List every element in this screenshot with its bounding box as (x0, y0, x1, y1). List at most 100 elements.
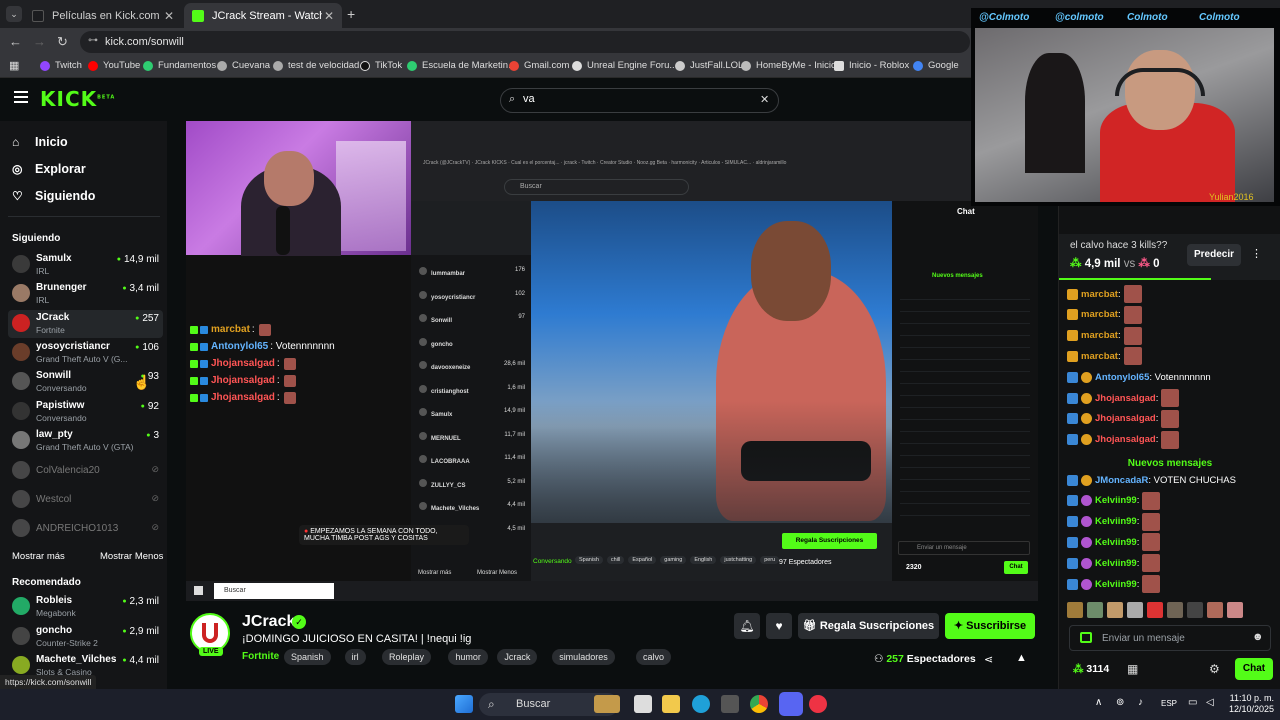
chrome-icon[interactable] (750, 695, 768, 713)
share-icon[interactable]: ⋖ (984, 653, 993, 666)
bookmark-fundamentos[interactable]: Fundamentos (143, 60, 216, 71)
chat-username[interactable]: marcbat (1081, 351, 1118, 362)
stream-tag[interactable]: calvo (636, 649, 672, 665)
stream-tag[interactable]: simuladores (552, 649, 615, 665)
chat-username[interactable]: marcbat (1081, 289, 1118, 300)
sidebar-channel[interactable]: BrunengerIRL 3,4 mil (8, 280, 163, 308)
back-icon[interactable]: ← (9, 34, 22, 49)
bookmark-speedtest[interactable]: test de velocidad (273, 60, 359, 71)
calendar-icon[interactable]: ▦ (1127, 662, 1138, 676)
sidebar-channel[interactable]: law_ptyGrand Theft Auto V (GTA) 3 (8, 427, 163, 455)
forward-icon[interactable]: → (33, 34, 46, 49)
site-info-icon[interactable]: ⊶ (88, 35, 98, 46)
show-more-button[interactable]: Mostrar más (12, 551, 65, 562)
chat-input[interactable]: Enviar un mensaje ☻ (1069, 625, 1271, 651)
sidebar-channel-offline[interactable]: ColValencia20 ⊘ (8, 457, 163, 485)
video-player[interactable]: Buscar JCrack (@JCrackTV) · JCrack KICKS… (186, 121, 1038, 601)
sidebar-recommended-channel[interactable]: Robleis Megabonk 2,3 mil (8, 593, 163, 621)
chat-username[interactable]: Kelviin99 (1095, 558, 1137, 569)
bookmark-youtube[interactable]: YouTube (88, 60, 140, 71)
sidebar-channel-offline[interactable]: ANDREICHO1013 ⊘ (8, 515, 163, 543)
bookmark-gmail[interactable]: Gmail.com (509, 60, 569, 71)
close-tab-icon[interactable]: ✕ (324, 9, 334, 23)
apps-grid-icon[interactable]: ▦ (9, 59, 19, 72)
sidebar-channel[interactable]: JCrackFortnite 257 (8, 309, 163, 338)
emote-icon[interactable] (1167, 602, 1183, 618)
bookmark-homebyme[interactable]: HomeByMe - Inicio (741, 60, 836, 71)
chat-username[interactable]: marcbat (1081, 309, 1118, 320)
new-tab-icon[interactable]: + (347, 6, 355, 22)
app-icon[interactable] (809, 695, 827, 713)
bookmark-roblox[interactable]: Inicio - Roblox (834, 60, 909, 71)
file-explorer-icon[interactable] (662, 695, 680, 713)
clear-search-icon[interactable]: ✕ (760, 93, 769, 106)
windows-start-icon[interactable] (455, 695, 473, 713)
tray-chevron-icon[interactable]: ∧ (1095, 697, 1102, 708)
nav-explorar[interactable]: ◎ Explorar (12, 162, 86, 176)
chat-username[interactable]: Jhojansalgad (1095, 393, 1156, 404)
chat-username[interactable]: JMoncadaR (1095, 475, 1148, 486)
bookmark-google[interactable]: Google (913, 60, 959, 71)
bookmark-tiktok[interactable]: TikTok (360, 60, 402, 71)
emote-icon[interactable] (1067, 602, 1083, 618)
search-input[interactable] (523, 93, 753, 105)
emote-icon[interactable] (1087, 602, 1103, 618)
tab-search-icon[interactable]: ⌄ (6, 6, 22, 22)
bookmark-unreal[interactable]: Unreal Engine Foru... (572, 60, 677, 71)
chat-username[interactable]: Jhojansalgad (1095, 413, 1156, 424)
emote-icon[interactable] (1227, 602, 1243, 618)
more-options-icon[interactable]: ⋮ (1251, 247, 1262, 260)
browser-tab[interactable]: Películas en Kick.com ✕ (24, 3, 182, 28)
menu-icon[interactable] (14, 91, 28, 103)
reload-icon[interactable]: ↻ (57, 34, 68, 50)
microphone-icon[interactable]: ♪ (1138, 697, 1143, 708)
widgets-icon[interactable] (594, 695, 620, 713)
language-indicator[interactable]: ESP (1161, 699, 1177, 708)
emote-icon[interactable] (1127, 602, 1143, 618)
close-tab-icon[interactable]: ✕ (164, 9, 174, 23)
smiley-icon[interactable]: ☻ (1252, 631, 1264, 643)
sidebar-channel[interactable]: PapistiwwConversando 92 (8, 398, 163, 426)
edge-icon[interactable] (692, 695, 710, 713)
store-icon[interactable] (721, 695, 739, 713)
chat-username[interactable]: Jhojansalgad (1095, 434, 1156, 445)
nav-siguiendo[interactable]: ♡ Siguiendo (12, 189, 95, 203)
nav-inicio[interactable]: ⌂ Inicio (12, 135, 68, 149)
stream-tag[interactable]: Spanish (284, 649, 331, 665)
subscribe-button[interactable]: ✦ Suscribirse (945, 613, 1035, 639)
chat-send-button[interactable]: Chat (1235, 658, 1273, 680)
channel-name[interactable]: JCrack (242, 613, 295, 631)
volume-icon[interactable]: ◁ (1206, 697, 1214, 708)
sidebar-channel-offline[interactable]: Westcol ⊘ (8, 486, 163, 514)
tray-icon[interactable]: ⊚ (1116, 697, 1124, 708)
stream-tag[interactable]: irl (344, 649, 366, 665)
emote-icon[interactable] (1107, 602, 1123, 618)
settings-gear-icon[interactable]: ⚙ (1209, 662, 1220, 676)
chat-username[interactable]: Kelviin99 (1095, 516, 1137, 527)
channel-points[interactable]: ⁂ 3114 (1073, 663, 1109, 675)
url-input[interactable]: ⊶ kick.com/sonwill (80, 31, 970, 53)
taskbar-clock[interactable]: 11:10 p. m. 12/10/2025 (1224, 693, 1274, 715)
chat-username[interactable]: Kelviin99 (1095, 537, 1137, 548)
emote-icon[interactable] (1147, 602, 1163, 618)
stream-tag[interactable]: Roleplay (382, 649, 432, 665)
discord-icon[interactable] (779, 692, 803, 716)
notifications-button[interactable]: 🔔︎ (734, 613, 760, 639)
stream-category[interactable]: Fortnite (242, 651, 279, 662)
emote-icon[interactable] (1187, 602, 1203, 618)
emote-icon[interactable] (1207, 602, 1223, 618)
bookmark-marketing[interactable]: Escuela de Marketin... (407, 60, 516, 71)
show-less-button[interactable]: Mostrar Menos (100, 551, 163, 562)
network-icon[interactable]: ▭ (1188, 697, 1197, 708)
stream-tag[interactable]: humor (448, 649, 488, 665)
chat-username[interactable]: marcbat (1081, 330, 1118, 341)
sidebar-recommended-channel[interactable]: gonchoCounter-Strike 2 2,9 mil (8, 623, 163, 651)
task-view-icon[interactable] (634, 695, 652, 713)
emote-picker-icon[interactable] (1080, 632, 1092, 643)
gift-subs-button[interactable]: 🎁︎ Regala Suscripciones (798, 613, 939, 639)
browser-tab-active[interactable]: JCrack Stream - Watch Live on Kick ✕ (184, 3, 342, 28)
predict-button[interactable]: Predecir (1187, 244, 1241, 266)
bookmark-justfall[interactable]: JustFall.LOL (675, 60, 743, 71)
kick-logo[interactable]: KICKBETA (40, 87, 115, 111)
stream-tag[interactable]: Jcrack (497, 649, 538, 665)
